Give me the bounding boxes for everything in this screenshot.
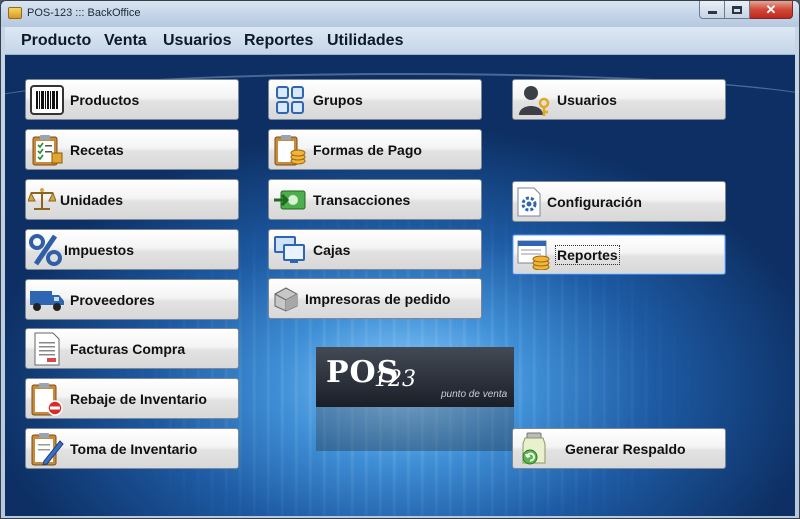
unidades-button[interactable]: Unidades	[25, 179, 239, 220]
window-controls: ✕	[699, 1, 793, 19]
report-coins-icon	[515, 237, 553, 273]
rebaje-inventario-button[interactable]: Rebaje de Inventario	[25, 378, 239, 419]
grupos-button[interactable]: Grupos	[268, 79, 482, 120]
productos-label: Productos	[70, 91, 140, 108]
reportes-button[interactable]: Reportes	[512, 234, 726, 275]
clipboard-checklist-icon	[28, 132, 66, 168]
transacciones-label: Transacciones	[313, 191, 411, 208]
rebaje-inventario-label: Rebaje de Inventario	[70, 390, 207, 407]
impuestos-label: Impuestos	[64, 241, 135, 258]
desktop-area: POS 123 punto de venta Productos Recetas	[5, 55, 795, 516]
configuracion-button[interactable]: Configuración	[512, 181, 726, 222]
printer-box-icon	[271, 281, 301, 317]
usuarios-button[interactable]: Usuarios	[512, 79, 726, 120]
impresoras-pedido-label: Impresoras de pedido	[305, 290, 451, 307]
menu-producto[interactable]: Producto	[21, 32, 91, 50]
logo-number: 123	[374, 367, 416, 392]
clipboard-coins-icon	[271, 132, 309, 168]
title-bar[interactable]: POS-123 ::: BackOffice ✕	[1, 1, 799, 27]
reportes-label: Reportes	[555, 244, 620, 265]
invoice-icon	[28, 331, 66, 367]
impuestos-button[interactable]: Impuestos	[25, 229, 239, 270]
maximize-icon	[732, 5, 742, 14]
facturas-compra-label: Facturas Compra	[70, 340, 186, 357]
clipboard-remove-icon	[28, 381, 66, 417]
productos-button[interactable]: Productos	[25, 79, 239, 120]
menu-usuarios[interactable]: Usuarios	[163, 32, 231, 50]
usuarios-label: Usuarios	[557, 91, 617, 108]
generar-respaldo-button[interactable]: Generar Respaldo	[512, 428, 726, 469]
grupos-label: Grupos	[313, 91, 363, 108]
pos-logo: POS 123 punto de venta	[316, 347, 514, 407]
generar-respaldo-label: Generar Respaldo	[565, 440, 686, 457]
money-arrow-icon	[271, 182, 309, 218]
window-title: POS-123 ::: BackOffice	[27, 7, 141, 19]
minimize-icon	[707, 11, 717, 14]
backup-jar-icon	[515, 431, 553, 467]
close-button[interactable]: ✕	[750, 1, 793, 19]
logo-tagline: punto de venta	[441, 389, 508, 400]
logo-reflection-inner	[316, 407, 514, 451]
percent-icon	[28, 232, 64, 268]
toma-inventario-label: Toma de Inventario	[70, 440, 198, 457]
recetas-button[interactable]: Recetas	[25, 129, 239, 170]
scale-icon	[28, 182, 56, 218]
transacciones-button[interactable]: Transacciones	[268, 179, 482, 220]
monitors-icon	[271, 232, 309, 268]
impresoras-pedido-button[interactable]: Impresoras de pedido	[268, 278, 482, 319]
close-icon: ✕	[765, 2, 777, 17]
minimize-button[interactable]	[699, 1, 725, 19]
cajas-label: Cajas	[313, 241, 351, 258]
menu-utilidades[interactable]: Utilidades	[327, 32, 403, 50]
menu-venta[interactable]: Venta	[104, 32, 147, 50]
main-window: POS-123 ::: BackOffice ✕ Producto Venta …	[0, 0, 800, 519]
menu-bar: Producto Venta Usuarios Reportes Utilida…	[5, 27, 795, 55]
truck-icon	[28, 282, 66, 318]
maximize-button[interactable]	[725, 1, 750, 19]
user-key-icon	[515, 82, 553, 118]
unidades-label: Unidades	[60, 191, 124, 208]
configuracion-label: Configuración	[547, 193, 642, 210]
logo-reflection	[316, 407, 514, 451]
proveedores-button[interactable]: Proveedores	[25, 279, 239, 320]
toma-inventario-button[interactable]: Toma de Inventario	[25, 428, 239, 469]
menu-reportes[interactable]: Reportes	[244, 32, 313, 50]
proveedores-label: Proveedores	[70, 291, 155, 308]
cajas-button[interactable]: Cajas	[268, 229, 482, 270]
clipboard-pencil-icon	[28, 431, 66, 467]
app-icon[interactable]	[8, 7, 22, 19]
recetas-label: Recetas	[70, 141, 124, 158]
formas-pago-button[interactable]: Formas de Pago	[268, 129, 482, 170]
formas-pago-label: Formas de Pago	[313, 141, 422, 158]
gear-document-icon	[515, 184, 543, 220]
facturas-compra-button[interactable]: Facturas Compra	[25, 328, 239, 369]
grid-icon	[271, 82, 309, 118]
barcode-icon	[28, 82, 66, 118]
